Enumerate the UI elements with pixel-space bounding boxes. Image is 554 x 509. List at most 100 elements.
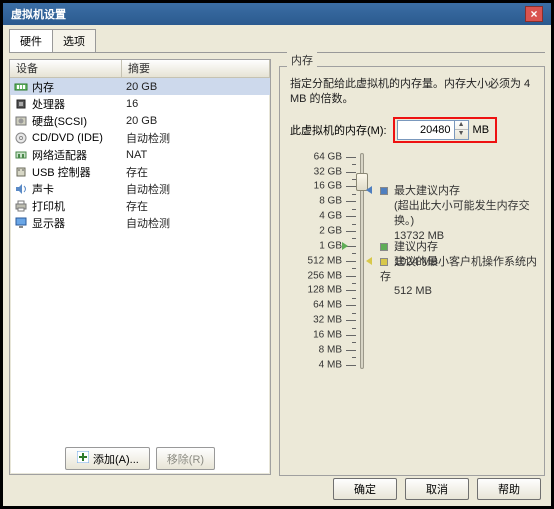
usb-icon xyxy=(14,165,28,179)
tick-mark xyxy=(346,290,356,291)
tick-label: 64 MB xyxy=(313,300,342,311)
table-row[interactable]: 内存 20 GB xyxy=(10,78,270,95)
device-summary: NAT xyxy=(122,149,270,161)
help-button[interactable]: 帮助 xyxy=(477,478,541,500)
table-row[interactable]: 显示器 自动检测 xyxy=(10,214,270,231)
device-name: 处理器 xyxy=(32,96,65,112)
spin-down-icon[interactable]: ▼ xyxy=(455,130,468,139)
device-name: 显示器 xyxy=(32,215,65,231)
annotation-min-line: 512 MB xyxy=(394,284,544,299)
table-row[interactable]: 网络适配器 NAT xyxy=(10,146,270,163)
tick-mark xyxy=(346,231,356,232)
tick-label: 16 GB xyxy=(314,181,342,192)
tick-label: 32 MB xyxy=(313,315,342,326)
ok-button[interactable]: 确定 xyxy=(333,478,397,500)
spin-up-icon[interactable]: ▲ xyxy=(455,121,468,131)
tick-label: 128 MB xyxy=(308,285,342,296)
tick-marks xyxy=(346,153,356,405)
tick-mark xyxy=(346,201,356,202)
remove-button: 移除(R) xyxy=(156,447,215,470)
device-summary: 自动检测 xyxy=(122,215,270,231)
tick-label: 32 GB xyxy=(314,166,342,177)
annotation-max-title: 最大建议内存 xyxy=(394,185,460,197)
tick-label: 8 MB xyxy=(319,344,342,355)
tick-mark-minor xyxy=(352,224,356,225)
memory-highlight-box: ▲ ▼ MB xyxy=(393,117,498,143)
cancel-button[interactable]: 取消 xyxy=(405,478,469,500)
titlebar: 虚拟机设置 × xyxy=(3,3,551,25)
memory-spinner[interactable]: ▲ ▼ xyxy=(455,120,469,140)
memory-unit: MB xyxy=(469,124,494,136)
device-summary: 20 GB xyxy=(122,115,270,127)
close-button[interactable]: × xyxy=(525,6,543,22)
tick-mark xyxy=(346,335,356,336)
tick-mark xyxy=(346,365,356,366)
tick-mark xyxy=(346,320,356,321)
tick-mark xyxy=(346,157,356,158)
device-name: CD/DVD (IDE) xyxy=(32,132,103,144)
tick-label: 16 MB xyxy=(313,329,342,340)
annotation-rec-title: 建议内存 xyxy=(394,241,438,253)
tick-mark xyxy=(346,276,356,277)
device-name: 网络适配器 xyxy=(32,147,87,163)
tick-mark-minor xyxy=(352,268,356,269)
hardware-list-panel: 设备 摘要 内存 20 GB 处理器 16 硬盘(SCSI) 20 GB CD/DVD (I… xyxy=(9,59,271,475)
device-name: USB 控制器 xyxy=(32,164,91,180)
memory-icon xyxy=(14,80,28,94)
table-header: 设备 摘要 xyxy=(10,60,270,78)
tick-mark-minor xyxy=(352,238,356,239)
memory-input[interactable] xyxy=(397,120,455,140)
dialog-body: 设备 摘要 内存 20 GB 处理器 16 硬盘(SCSI) 20 GB CD/DVD (I… xyxy=(3,53,551,475)
memory-panel-wrap: 内存 指定分配给此虚拟机的内存量。内存大小必须为 4 MB 的倍数。 此虚拟机的… xyxy=(279,59,545,469)
tick-label: 512 MB xyxy=(308,255,342,266)
tick-label: 256 MB xyxy=(308,270,342,281)
marker-max-pointer xyxy=(366,186,372,194)
marker-rec-pointer xyxy=(342,242,348,250)
tick-label: 4 GB xyxy=(319,211,342,222)
tab-hardware[interactable]: 硬件 xyxy=(9,29,53,52)
table-row[interactable]: 声卡自动检测 xyxy=(10,180,270,197)
table-row[interactable]: CD/DVD (IDE) 自动检测 xyxy=(10,129,270,146)
table-row[interactable]: 处理器 16 xyxy=(10,95,270,112)
device-summary: 自动检测 xyxy=(122,181,270,197)
printer-icon xyxy=(14,199,28,213)
annotation-max: 最大建议内存(超出此大小可能发生内存交换。)13732 MB xyxy=(380,184,544,243)
device-summary: 16 xyxy=(122,98,270,110)
device-name: 硬盘(SCSI) xyxy=(32,113,87,129)
tab-options[interactable]: 选项 xyxy=(52,29,96,52)
tick-mark-minor xyxy=(352,298,356,299)
annotation-min: 建议的最小客户机操作系统内存512 MB xyxy=(380,255,544,300)
device-summary: 20 GB xyxy=(122,81,270,93)
settings-dialog: 虚拟机设置 × 硬件 选项 设备 摘要 内存 20 GB 处理器 16 硬盘(SCSI)… xyxy=(0,0,554,509)
col-summary[interactable]: 摘要 xyxy=(122,60,270,78)
tick-mark xyxy=(346,350,356,351)
table-row[interactable]: USB 控制器存在 xyxy=(10,163,270,180)
table-row[interactable]: 打印机 存在 xyxy=(10,197,270,214)
memory-label: 此虚拟机的内存(M): xyxy=(290,122,387,138)
disk-icon xyxy=(14,114,28,128)
memory-legend: 内存 xyxy=(287,52,317,68)
table-row[interactable]: 硬盘(SCSI) 20 GB xyxy=(10,112,270,129)
tick-mark-minor xyxy=(352,342,356,343)
cpu-icon xyxy=(14,97,28,111)
tick-mark xyxy=(346,216,356,217)
memory-input-row: 此虚拟机的内存(M): ▲ ▼ MB xyxy=(280,111,544,153)
dialog-footer: 确定 取消 帮助 xyxy=(333,478,541,500)
tick-mark-minor xyxy=(352,283,356,284)
tick-mark-minor xyxy=(352,328,356,329)
tick-mark xyxy=(346,172,356,173)
cd-icon xyxy=(14,131,28,145)
device-summary: 自动检测 xyxy=(122,130,270,146)
tick-label: 4 MB xyxy=(319,359,342,370)
add-button[interactable]: 添加(A)... xyxy=(65,447,150,470)
device-summary: 存在 xyxy=(122,198,270,214)
tick-mark xyxy=(346,305,356,306)
col-device[interactable]: 设备 xyxy=(10,60,122,78)
annotation-max-line: (超出此大小可能发生内存交换。) xyxy=(394,199,544,229)
device-name: 内存 xyxy=(32,79,54,95)
tick-mark-minor xyxy=(352,357,356,358)
tick-mark-minor xyxy=(352,253,356,254)
sound-icon xyxy=(14,182,28,196)
tab-hardware-label: 硬件 xyxy=(20,36,42,48)
device-name: 打印机 xyxy=(32,198,65,214)
